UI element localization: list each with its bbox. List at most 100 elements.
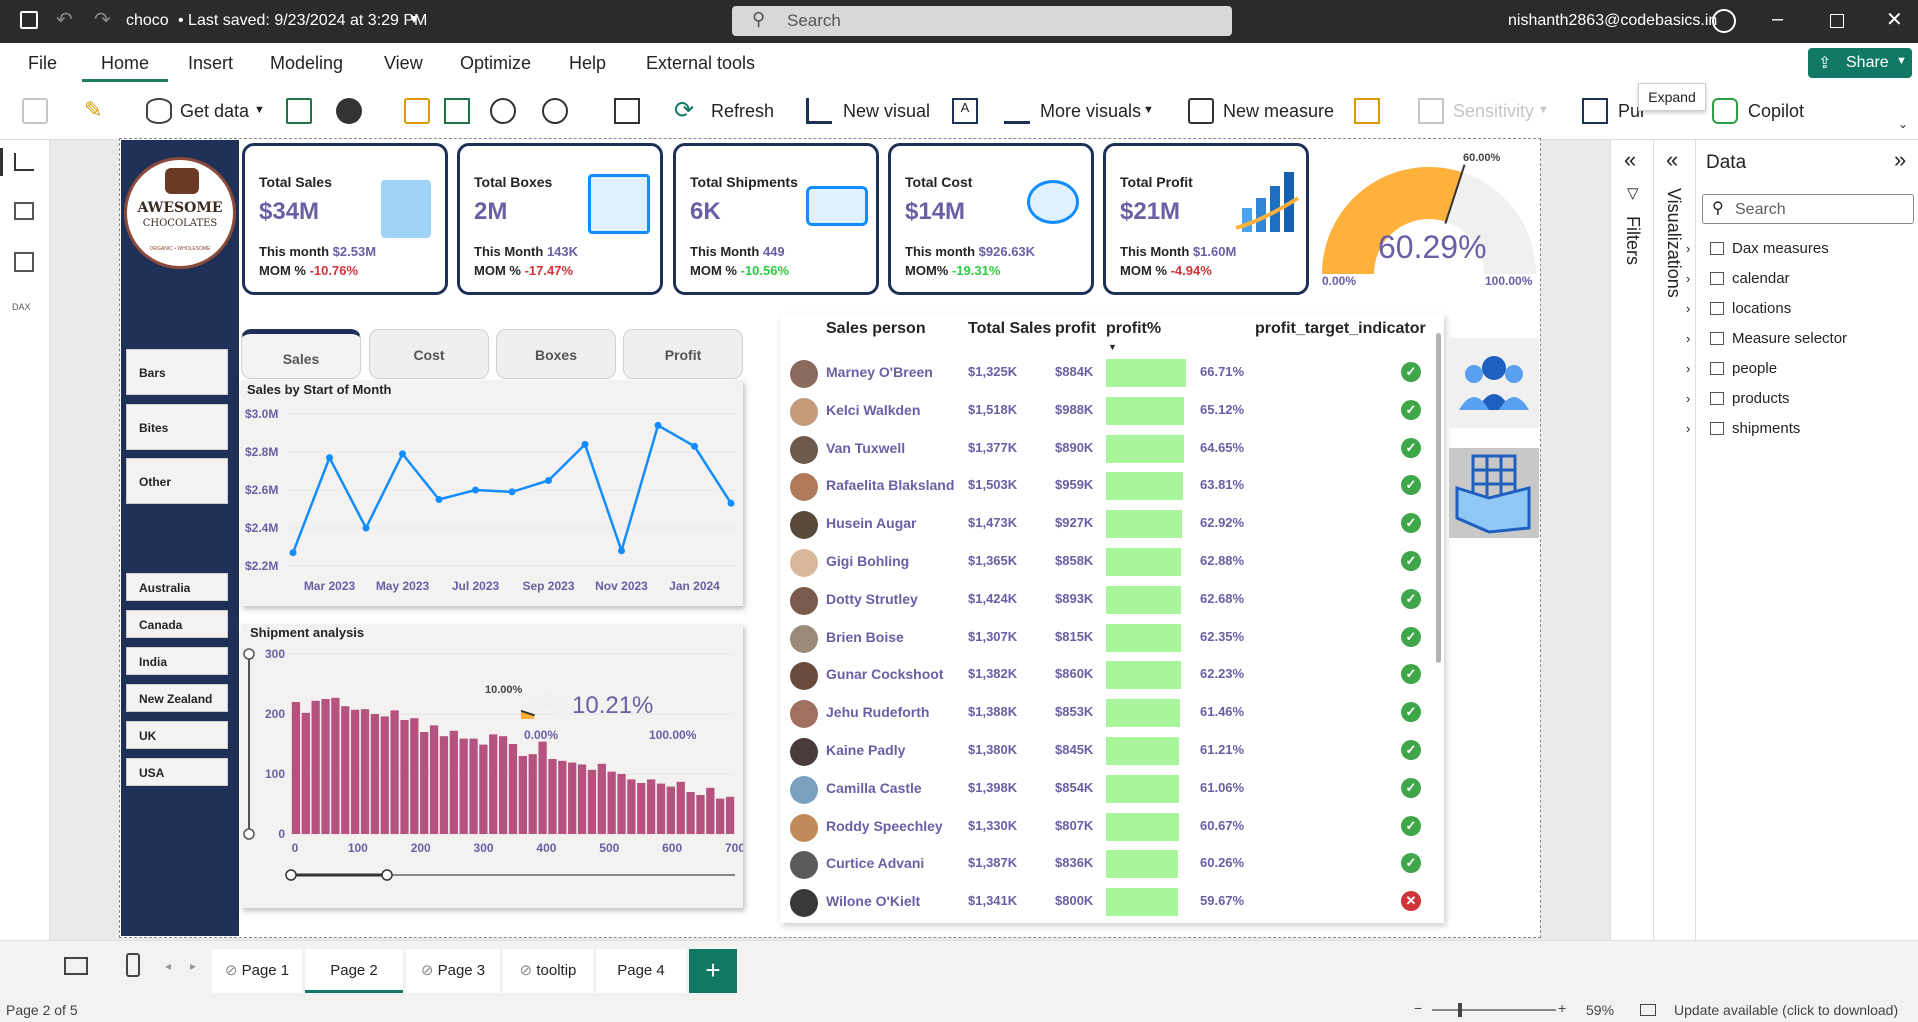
refresh-icon[interactable]: ⟳ — [674, 96, 694, 125]
filters-pane-collapsed[interactable]: « ▽ Filters — [1610, 140, 1654, 940]
page-tab-2[interactable]: Page 2 — [305, 949, 403, 993]
expand-visualizations-icon[interactable]: « — [1666, 147, 1678, 173]
shipment-bar[interactable] — [469, 738, 478, 834]
model-view-icon[interactable] — [14, 252, 34, 272]
shipment-bar[interactable] — [429, 725, 439, 834]
slicer-item-other[interactable]: Other — [126, 458, 228, 504]
map-nav-button[interactable] — [1449, 448, 1539, 538]
new-measure-button[interactable]: New measure — [1223, 101, 1334, 122]
data-point[interactable] — [435, 496, 443, 503]
shipment-bar[interactable] — [360, 709, 370, 834]
shipment-bar[interactable] — [311, 700, 320, 834]
redo-icon[interactable]: ↷ — [94, 7, 111, 32]
shipment-bar[interactable] — [459, 738, 468, 834]
get-data-button[interactable]: Get data — [180, 101, 249, 122]
shipment-bar[interactable] — [558, 760, 567, 834]
slider-handle[interactable] — [243, 648, 255, 660]
kpi-card-total-sales[interactable]: Total Sales $34M This month $2.53M MOM %… — [242, 143, 448, 295]
data-point[interactable] — [545, 477, 552, 484]
data-point[interactable] — [326, 454, 333, 462]
data-point[interactable] — [472, 486, 479, 494]
slicer-item-uk[interactable]: UK — [126, 721, 228, 749]
shipment-bar[interactable] — [479, 744, 488, 834]
chevron-down-icon[interactable]: ▼ — [1143, 104, 1154, 116]
data-point[interactable] — [654, 421, 662, 429]
menu-home[interactable]: Home — [101, 53, 149, 74]
table-row[interactable]: Rafaelita Blaksland $1,503K $959K 63.81%… — [780, 466, 1421, 504]
shipment-bar[interactable] — [528, 754, 537, 834]
new-visual-icon[interactable] — [806, 98, 832, 124]
shipment-bar[interactable] — [341, 706, 350, 834]
dataverse-icon[interactable] — [490, 98, 516, 124]
shipment-bar[interactable] — [449, 730, 458, 834]
shipment-bar[interactable] — [597, 763, 606, 834]
sensitivity-button[interactable]: Sensitivity — [1453, 101, 1534, 122]
prev-page-icon[interactable]: ◂ — [165, 959, 171, 973]
kpi-card-total-shipments[interactable]: Total Shipments 6K This Month 449 MOM % … — [673, 143, 879, 295]
menu-view[interactable]: View — [384, 53, 423, 74]
slider-handle[interactable] — [243, 828, 255, 840]
text-box-icon[interactable]: A — [952, 98, 978, 124]
data-point[interactable] — [727, 499, 735, 507]
shipment-bar[interactable] — [489, 734, 498, 834]
shipment-bar[interactable] — [587, 769, 597, 834]
table-row[interactable]: Husein Augar $1,473K $927K 62.92% ✓ — [780, 504, 1421, 542]
shipment-bar[interactable] — [666, 786, 675, 834]
shipment-bar[interactable] — [370, 714, 379, 834]
shipment-bar[interactable] — [617, 774, 626, 834]
desktop-layout-icon[interactable] — [64, 957, 88, 975]
menu-insert[interactable]: Insert — [188, 53, 233, 74]
shipment-bar[interactable] — [568, 762, 577, 834]
column-header-profit-pct[interactable]: profit% — [1106, 320, 1161, 338]
shipment-bar[interactable] — [637, 783, 646, 834]
kpi-card-total-cost[interactable]: Total Cost $14M This month $926.63K MOM%… — [888, 143, 1094, 295]
shipment-bar[interactable] — [518, 756, 527, 834]
table-row[interactable]: Marney O'Breen $1,325K $884K 66.71% ✓ — [780, 353, 1421, 391]
slicer-item-bars[interactable]: Bars — [126, 349, 228, 395]
table-row[interactable]: Brien Boise $1,307K $815K 62.35% ✓ — [780, 618, 1421, 656]
minimize-icon[interactable]: – — [1772, 8, 1783, 31]
mobile-layout-icon[interactable] — [126, 953, 140, 977]
onelake-icon[interactable] — [336, 98, 362, 124]
calculator-icon[interactable] — [1188, 98, 1214, 124]
column-header-total-sales[interactable]: Total Sales — [968, 320, 1051, 338]
shipment-bar[interactable] — [607, 771, 616, 834]
shipment-bar[interactable] — [548, 759, 557, 834]
menu-help[interactable]: Help — [569, 53, 606, 74]
page-tab-1[interactable]: ⊘ Page 1 — [212, 949, 302, 993]
shipment-bar[interactable] — [538, 741, 547, 834]
menu-modeling[interactable]: Modeling — [270, 53, 343, 74]
shipment-bar[interactable] — [390, 710, 399, 834]
shipment-bar[interactable] — [716, 798, 725, 834]
sensitivity-icon[interactable] — [1418, 98, 1444, 124]
collapse-data-icon[interactable]: » — [1894, 147, 1906, 173]
column-header-sales-person[interactable]: Sales person — [826, 320, 926, 338]
table-row[interactable]: Roddy Speechley $1,330K $807K 60.67% ✓ — [780, 807, 1421, 845]
shipment-bar[interactable] — [301, 712, 310, 834]
data-search-input[interactable]: ⚲ Search — [1702, 194, 1914, 224]
format-painter-icon[interactable]: ✎ — [84, 97, 102, 123]
column-header-profit[interactable]: profit — [1055, 320, 1096, 338]
transform-data-icon[interactable] — [614, 98, 640, 124]
shipment-bar[interactable] — [508, 744, 518, 834]
expand-filters-icon[interactable]: « — [1624, 147, 1636, 173]
shipment-bar[interactable] — [686, 792, 695, 834]
slider-handle[interactable] — [285, 869, 297, 881]
table-row[interactable]: Curtice Advani $1,387K $836K 60.26% ✓ — [780, 844, 1421, 882]
table-row[interactable]: Jehu Rudeforth $1,388K $853K 61.46% ✓ — [780, 693, 1421, 731]
visualizations-pane-collapsed[interactable]: « Visualizations — [1654, 140, 1696, 940]
table-view-icon[interactable] — [14, 202, 34, 220]
tab-sales[interactable]: Sales — [241, 329, 361, 379]
shipment-bar[interactable] — [439, 736, 449, 834]
enter-data-icon[interactable] — [444, 98, 470, 124]
table-row[interactable]: Gunar Cockshoot $1,382K $860K 62.23% ✓ — [780, 655, 1421, 693]
zoom-out-icon[interactable]: − — [1414, 1000, 1422, 1016]
copilot-button[interactable]: Copilot — [1748, 101, 1804, 122]
shipment-bar[interactable] — [380, 716, 389, 834]
slicer-item-bites[interactable]: Bites — [126, 404, 228, 450]
save-icon[interactable] — [20, 11, 38, 29]
sales-line-chart[interactable]: Sales by Start of Month $2.2M $2.4M $2.6M $… — [241, 380, 743, 606]
slicer-item-india[interactable]: India — [126, 647, 228, 675]
page-tab-4[interactable]: Page 4 — [596, 949, 686, 993]
people-nav-button[interactable] — [1449, 338, 1539, 428]
